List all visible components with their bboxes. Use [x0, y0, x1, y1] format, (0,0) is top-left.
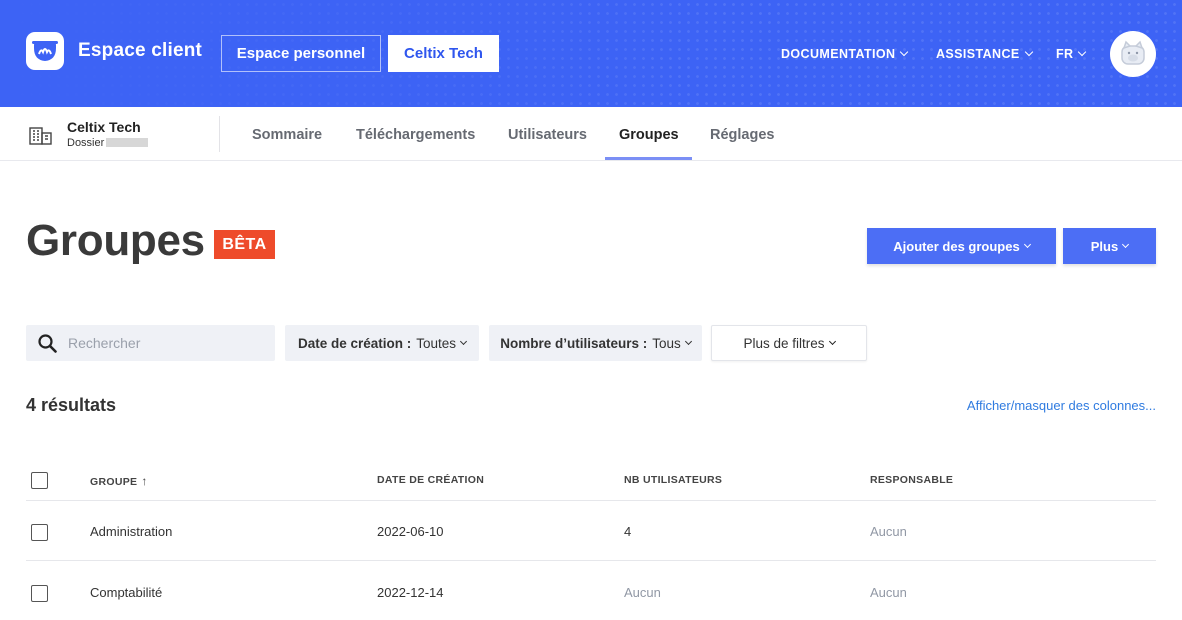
created-date: 2022-06-10 [377, 524, 444, 539]
column-header-group-label: GROUPE [90, 476, 138, 488]
users-count-filter-label: Nombre d’utilisateurs : [500, 335, 648, 351]
top-header: Espace client Espace personnel Celtix Te… [0, 0, 1182, 107]
page-title: Groupes [26, 216, 205, 265]
chevron-down-icon [1122, 240, 1130, 248]
table-divider [26, 560, 1156, 561]
chevron-down-icon [1024, 47, 1033, 57]
toggle-columns-link[interactable]: Afficher/masquer des colonnes... [967, 398, 1156, 413]
app-title: Espace client [78, 40, 203, 61]
assistance-menu-label: ASSISTANCE [936, 47, 1020, 61]
more-actions-label: Plus [1090, 238, 1119, 254]
created-date: 2022-12-14 [377, 585, 444, 600]
redacted-folder-id [106, 138, 149, 147]
users-count: 4 [624, 524, 632, 539]
select-all-checkbox[interactable] [31, 472, 48, 489]
active-tab-indicator [605, 157, 692, 160]
chevron-down-icon [1023, 240, 1031, 248]
users-count: Aucun [624, 585, 661, 600]
group-owner: Aucun [870, 524, 907, 539]
creation-date-filter[interactable]: Date de création : Toutes [285, 325, 479, 361]
column-header-owner[interactable]: RESPONSABLE [870, 474, 953, 486]
add-groups-button[interactable]: Ajouter des groupes [867, 228, 1056, 264]
row-checkbox[interactable] [31, 585, 48, 602]
add-groups-label: Ajouter des groupes [893, 238, 1020, 254]
results-count: 4 résultats [26, 395, 117, 415]
more-filters-label: Plus de filtres [743, 335, 825, 351]
group-name[interactable]: Administration [90, 524, 172, 539]
column-header-group[interactable]: GROUPE ↑ [90, 474, 148, 488]
group-owner: Aucun [870, 585, 907, 600]
app-logo[interactable] [26, 32, 64, 70]
animal-avatar-icon [1121, 40, 1145, 65]
tab-utilisateurs[interactable]: Utilisateurs [508, 127, 587, 143]
documentation-menu-label: DOCUMENTATION [781, 47, 896, 61]
documentation-menu[interactable]: DOCUMENTATION [781, 47, 909, 61]
organization-name: Celtix Tech [67, 119, 141, 135]
language-menu-label: FR [1056, 47, 1074, 61]
organization-folder: Dossier [67, 137, 149, 149]
tab-groupes[interactable]: Groupes [619, 127, 679, 143]
users-count-filter-value: Tous [652, 335, 681, 351]
column-header-created[interactable]: DATE DE CRÉATION [377, 474, 484, 486]
users-count-filter[interactable]: Nombre d’utilisateurs : Tous [489, 325, 702, 361]
search-box[interactable] [26, 325, 275, 361]
creation-date-filter-label: Date de création : [297, 335, 412, 351]
chevron-down-icon [828, 337, 836, 345]
more-actions-button[interactable]: Plus [1063, 228, 1156, 264]
table-divider [26, 500, 1156, 501]
row-checkbox[interactable] [31, 524, 48, 541]
chevron-down-icon [900, 47, 909, 57]
folder-label: Dossier [67, 137, 105, 149]
group-name[interactable]: Comptabilité [90, 585, 162, 600]
tab-telechargements[interactable]: Téléchargements [356, 127, 475, 143]
tab-sommaire[interactable]: Sommaire [252, 127, 322, 143]
sub-navigation: Celtix Tech Dossier Sommaire Téléchargem… [0, 107, 1182, 161]
building-icon [29, 127, 52, 145]
search-icon [38, 334, 57, 353]
assistance-menu[interactable]: ASSISTANCE [936, 47, 1033, 61]
chevron-down-icon [459, 337, 468, 345]
creation-date-filter-value: Toutes [416, 335, 457, 351]
tab-reglages[interactable]: Réglages [710, 127, 774, 143]
more-filters-button[interactable]: Plus de filtres [711, 325, 867, 361]
company-space-button[interactable]: Celtix Tech [388, 35, 499, 72]
search-input[interactable] [68, 325, 268, 361]
user-avatar[interactable] [1110, 31, 1156, 77]
chevron-down-icon [1078, 47, 1087, 57]
language-menu[interactable]: FR [1056, 47, 1087, 61]
personal-space-button[interactable]: Espace personnel [221, 35, 381, 72]
sort-ascending-icon: ↑ [141, 474, 148, 488]
column-header-users[interactable]: NB UTILISATEURS [624, 474, 722, 486]
beta-badge: BÊTA [214, 230, 275, 259]
divider [219, 116, 220, 152]
chevron-down-icon [684, 337, 692, 345]
pot-logo-icon [32, 41, 58, 61]
